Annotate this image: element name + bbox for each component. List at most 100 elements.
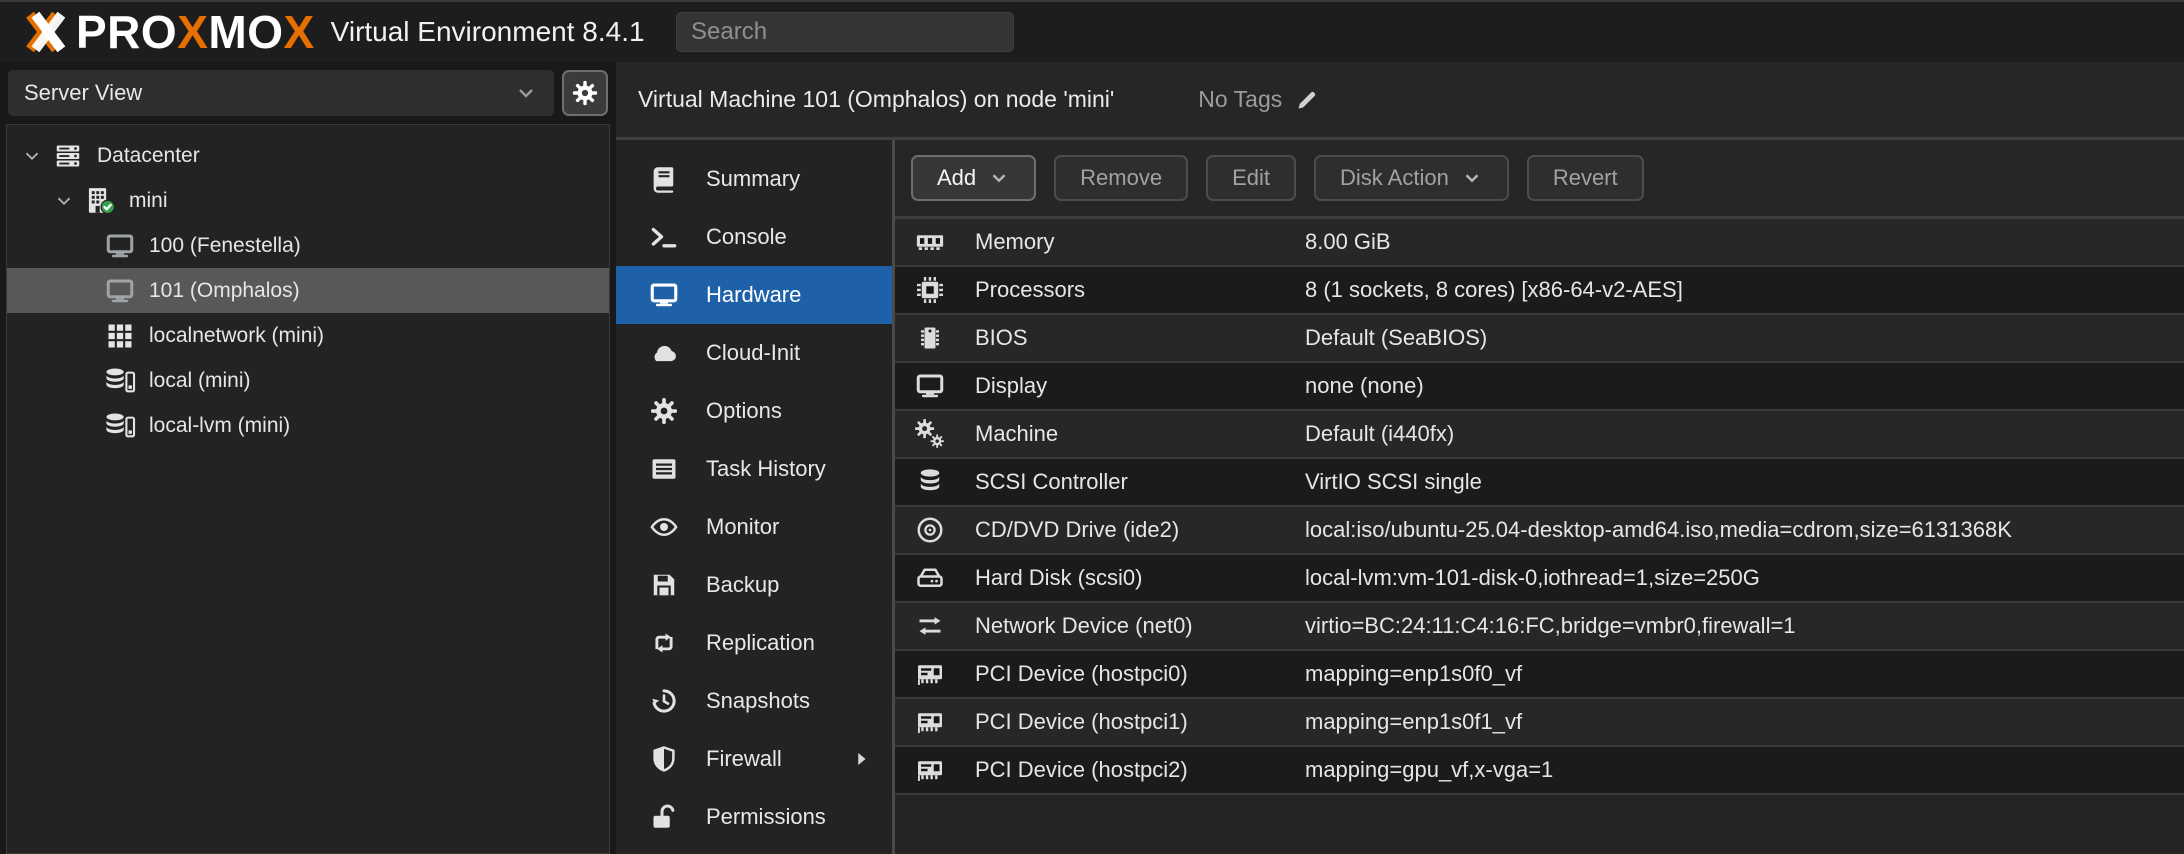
pci-card-icon <box>909 658 951 690</box>
eye-icon <box>648 511 680 543</box>
tree-item-sdn-localnetwork[interactable]: localnetwork (mini) <box>7 313 609 358</box>
history-icon <box>648 685 680 717</box>
disk-action-button[interactable]: Disk Action <box>1314 155 1509 201</box>
tree-item-storage-local[interactable]: local (mini) <box>7 358 609 403</box>
shield-icon <box>648 743 680 775</box>
tab-options[interactable]: Options <box>616 382 892 440</box>
chevron-down-icon[interactable] <box>21 145 43 167</box>
storage-icon <box>103 365 137 397</box>
tab-task-history[interactable]: Task History <box>616 440 892 498</box>
proxmox-app: PROXMOX Virtual Environment 8.4.1 Server… <box>0 0 2184 854</box>
hardware-row-network[interactable]: Network Device (net0) virtio=BC:24:11:C4… <box>895 603 2184 651</box>
hardware-row-memory[interactable]: Memory 8.00 GiB <box>895 219 2184 267</box>
monitor-icon <box>648 279 680 311</box>
tab-console[interactable]: Console <box>616 208 892 266</box>
tree-item-datacenter[interactable]: Datacenter <box>7 133 609 178</box>
hardware-row-display[interactable]: Display none (none) <box>895 363 2184 411</box>
tree-item-vm-101[interactable]: 101 (Omphalos) <box>7 268 609 313</box>
tree-item-label: local (mini) <box>149 368 251 392</box>
tree-item-label: Datacenter <box>97 143 200 167</box>
memory-icon <box>909 226 951 258</box>
hardware-row-label: Processors <box>975 277 1086 302</box>
tab-label: Cloud-Init <box>706 340 801 365</box>
view-selector-label: Server View <box>24 80 143 105</box>
hardware-row-value: 8.00 GiB <box>1305 229 1391 254</box>
remove-button[interactable]: Remove <box>1054 155 1189 201</box>
hardware-row-pci1[interactable]: PCI Device (hostpci1) mapping=enp1s0f1_v… <box>895 699 2184 747</box>
tab-backup[interactable]: Backup <box>616 556 892 614</box>
brand-part: X <box>283 6 315 58</box>
chevron-down-icon <box>1461 167 1483 189</box>
content-header: Virtual Machine 101 (Omphalos) on node '… <box>616 62 2184 140</box>
hardware-row-bios[interactable]: BIOS Default (SeaBIOS) <box>895 315 2184 363</box>
caret-right-icon <box>850 748 872 770</box>
view-selector-dropdown[interactable]: Server View <box>8 70 554 116</box>
bios-chip-icon <box>909 322 951 354</box>
hardware-row-label: Display <box>975 373 1048 398</box>
vm-tab-menu: Summary Console Hardware Cloud-Init Opti… <box>616 140 895 854</box>
hardware-row-cdrom[interactable]: CD/DVD Drive (ide2) local:iso/ubuntu-25.… <box>895 507 2184 555</box>
hardware-row-label: PCI Device (hostpci1) <box>975 709 1188 734</box>
tab-label: Backup <box>706 572 780 597</box>
floppy-icon <box>648 569 680 601</box>
hardware-row-value: none (none) <box>1305 373 1424 398</box>
book-icon <box>648 163 680 195</box>
tags-editor[interactable]: No Tags <box>1198 86 1320 113</box>
tab-permissions[interactable]: Permissions <box>616 788 892 846</box>
tree-item-label: 100 (Fenestella) <box>149 233 301 257</box>
vm-monitor-icon <box>103 275 137 307</box>
scsi-database-icon <box>909 466 951 498</box>
network-arrows-icon <box>909 610 951 642</box>
tags-label: No Tags <box>1198 86 1283 112</box>
brand-part: MO <box>208 6 284 58</box>
node-building-icon <box>83 185 117 217</box>
tab-snapshots[interactable]: Snapshots <box>616 672 892 730</box>
tree-item-label: local-lvm (mini) <box>149 413 291 437</box>
hardware-row-value: VirtIO SCSI single <box>1305 469 1482 494</box>
pencil-icon[interactable] <box>1294 87 1320 113</box>
display-icon <box>909 370 951 402</box>
gear-icon <box>648 395 680 427</box>
hard-disk-icon <box>909 562 951 594</box>
tab-firewall[interactable]: Firewall <box>616 730 892 788</box>
storage-icon <box>103 410 137 442</box>
hardware-row-pci2[interactable]: PCI Device (hostpci2) mapping=gpu_vf,x-v… <box>895 747 2184 795</box>
hardware-row-value: mapping=enp1s0f0_vf <box>1305 661 1523 686</box>
search-input[interactable] <box>676 12 1014 52</box>
tree-item-vm-100[interactable]: 100 (Fenestella) <box>7 223 609 268</box>
add-button[interactable]: Add <box>911 155 1037 201</box>
page-title: Virtual Machine 101 (Omphalos) on node '… <box>638 86 1115 112</box>
hardware-row-label: SCSI Controller <box>975 469 1128 494</box>
chevron-down-icon <box>988 167 1010 189</box>
resource-tree: Datacenter mini 100 (Fenestella) 101 (Om… <box>6 124 610 854</box>
hardware-row-scsi-controller[interactable]: SCSI Controller VirtIO SCSI single <box>895 459 2184 507</box>
hardware-row-value: 8 (1 sockets, 8 cores) [x86-64-v2-AES] <box>1305 277 1683 302</box>
edit-button[interactable]: Edit <box>1206 155 1296 201</box>
tree-item-storage-local-lvm[interactable]: local-lvm (mini) <box>7 403 609 448</box>
datacenter-server-icon <box>51 140 85 172</box>
revert-button[interactable]: Revert <box>1526 155 1644 201</box>
hardware-row-machine[interactable]: Machine Default (i440fx) <box>895 411 2184 459</box>
tab-cloud-init[interactable]: Cloud-Init <box>616 324 892 382</box>
chevron-down-icon[interactable] <box>53 190 75 212</box>
machine-cogs-icon <box>909 418 951 450</box>
tab-label: Monitor <box>706 514 780 539</box>
tab-replication[interactable]: Replication <box>616 614 892 672</box>
search-box <box>676 12 1014 52</box>
hardware-row-pci0[interactable]: PCI Device (hostpci0) mapping=enp1s0f0_v… <box>895 651 2184 699</box>
tree-item-node-mini[interactable]: mini <box>7 178 609 223</box>
hardware-row-hard-disk[interactable]: Hard Disk (scsi0) local-lvm:vm-101-disk-… <box>895 555 2184 603</box>
proxmox-logo-icon <box>14 6 72 58</box>
view-options-button[interactable] <box>562 70 608 116</box>
tab-monitor[interactable]: Monitor <box>616 498 892 556</box>
tab-label: Hardware <box>706 282 802 307</box>
hardware-row-processors[interactable]: Processors 8 (1 sockets, 8 cores) [x86-6… <box>895 267 2184 315</box>
hardware-row-value: local:iso/ubuntu-25.04-desktop-amd64.iso… <box>1305 517 2012 542</box>
hardware-row-label: Memory <box>975 229 1055 254</box>
tab-summary[interactable]: Summary <box>616 150 892 208</box>
hardware-table: Memory 8.00 GiB Processors 8 (1 sockets,… <box>895 219 2184 795</box>
brand-wordmark: PROXMOX <box>76 5 315 59</box>
tab-hardware[interactable]: Hardware <box>616 266 892 324</box>
hardware-row-label: CD/DVD Drive (ide2) <box>975 517 1180 542</box>
hardware-row-label: BIOS <box>975 325 1028 350</box>
